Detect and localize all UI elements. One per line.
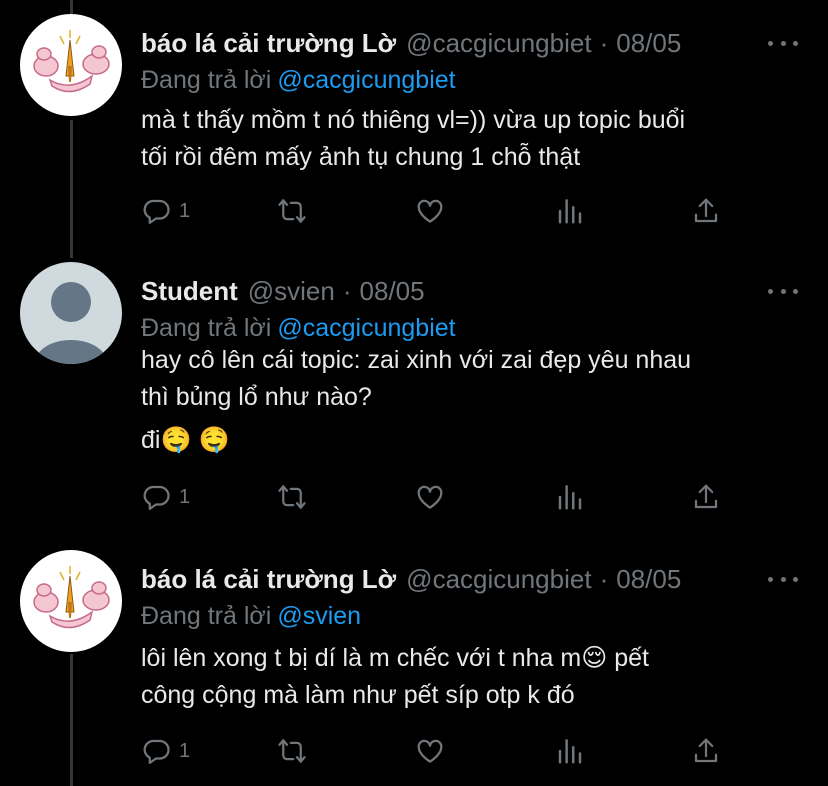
tweet-text: mà t thấy mồm t nó thiêng vl=)) vừa up t…	[141, 102, 801, 176]
retweet-button[interactable]	[277, 196, 307, 226]
more-options-icon[interactable]	[768, 572, 798, 586]
retweet-icon	[278, 739, 306, 763]
handle[interactable]: @cacgicungbiet	[406, 28, 591, 59]
display-name[interactable]: báo lá cải trường Lờ	[141, 28, 396, 59]
tweet-text: lôi lên xong t bị dí là m chếc với t nha…	[141, 640, 801, 714]
handle[interactable]: @cacgicungbiet	[406, 564, 591, 595]
action-bar: 1	[141, 482, 731, 514]
tweet-text-line: mà t thấy mồm t nó thiêng vl=)) vừa up t…	[141, 106, 686, 134]
share-button[interactable]	[691, 736, 721, 766]
tweet-text-line: lôi lên xong t bị dí là m chếc với t nha…	[141, 644, 649, 672]
reply-count: 1	[179, 739, 191, 762]
timestamp[interactable]: 08/05	[616, 564, 681, 595]
tweet-header: Student @svien · 08/05	[141, 276, 425, 307]
retweet-button[interactable]	[277, 736, 307, 766]
timestamp[interactable]: 08/05	[616, 28, 681, 59]
action-bar: 1	[141, 736, 731, 768]
views-button[interactable]	[555, 736, 585, 766]
share-icon	[694, 198, 718, 223]
like-button[interactable]	[415, 482, 445, 512]
like-button[interactable]	[415, 196, 445, 226]
share-icon	[694, 738, 718, 763]
reply-button[interactable]: 1	[141, 482, 190, 512]
tweet-header: báo lá cải trường Lờ @cacgicungbiet · 08…	[141, 28, 681, 59]
mention-link[interactable]: @cacgicungbiet	[277, 66, 455, 94]
reply-button[interactable]: 1	[141, 196, 190, 226]
share-icon	[694, 484, 718, 509]
handle[interactable]: @svien	[248, 276, 335, 307]
thread-line	[70, 0, 73, 14]
reply-prefix: Đang trả lời	[141, 314, 272, 342]
reply-prefix: Đang trả lời	[141, 66, 272, 94]
share-button[interactable]	[691, 482, 721, 512]
views-button[interactable]	[555, 482, 585, 512]
separator: ·	[599, 28, 609, 58]
heart-icon	[417, 739, 443, 763]
cartoon-avatar-icon	[33, 30, 110, 93]
display-name[interactable]: Student	[141, 276, 238, 307]
avatar[interactable]	[20, 550, 122, 652]
tweet-text-line: thì bủng lổ như nào?	[141, 383, 372, 411]
views-button[interactable]	[555, 196, 585, 226]
reply-button[interactable]: 1	[141, 736, 190, 766]
separator: ·	[342, 276, 352, 306]
reply-context: Đang trả lời @svien	[141, 602, 361, 631]
reply-prefix: Đang trả lời	[141, 602, 272, 630]
avatar[interactable]	[20, 262, 122, 364]
tweet-text: hay cô lên cái topic: zai xinh với zai đ…	[141, 342, 801, 459]
reply-icon	[143, 485, 170, 510]
more-options-icon[interactable]	[768, 36, 798, 50]
analytics-icon	[558, 199, 582, 224]
mention-link[interactable]: @cacgicungbiet	[277, 314, 455, 342]
like-button[interactable]	[415, 736, 445, 766]
action-bar: 1	[141, 196, 731, 228]
avatar[interactable]	[20, 14, 122, 116]
tweet-header: báo lá cải trường Lờ @cacgicungbiet · 08…	[141, 564, 681, 595]
tweet-text-line: đi🤤 🤤	[141, 426, 230, 454]
analytics-icon	[558, 739, 582, 764]
separator: ·	[599, 564, 609, 594]
more-options-icon[interactable]	[768, 284, 798, 298]
tweet-text-line: hay cô lên cái topic: zai xinh với zai đ…	[141, 346, 692, 374]
reply-icon	[143, 739, 170, 764]
display-name[interactable]: báo lá cải trường Lờ	[141, 564, 396, 595]
reply-icon	[143, 199, 170, 224]
reply-context: Đang trả lời @cacgicungbiet	[141, 66, 456, 95]
tweet-text-line: công cộng mà làm như pết síp otp k đó	[141, 681, 575, 709]
default-profile-icon	[34, 282, 108, 364]
reply-context: Đang trả lời @cacgicungbiet	[141, 314, 456, 343]
timestamp[interactable]: 08/05	[360, 276, 425, 307]
tweet[interactable]: báo lá cải trường Lờ @cacgicungbiet · 08…	[0, 14, 828, 262]
reply-count: 1	[179, 485, 191, 508]
reply-count: 1	[179, 199, 191, 222]
analytics-icon	[558, 485, 582, 510]
share-button[interactable]	[691, 196, 721, 226]
retweet-icon	[278, 199, 306, 223]
heart-icon	[417, 485, 443, 509]
tweet[interactable]: báo lá cải trường Lờ @cacgicungbiet · 08…	[0, 550, 828, 786]
mention-link[interactable]: @svien	[277, 602, 361, 630]
cartoon-avatar-icon	[33, 566, 110, 629]
retweet-icon	[278, 485, 306, 509]
tweet-text-line: tối rồi đêm mấy ảnh tụ chung 1 chỗ thật	[141, 143, 581, 171]
retweet-button[interactable]	[277, 482, 307, 512]
tweet[interactable]: Student @svien · 08/05 Đang trả lời @cacg…	[0, 262, 828, 534]
heart-icon	[417, 199, 443, 223]
